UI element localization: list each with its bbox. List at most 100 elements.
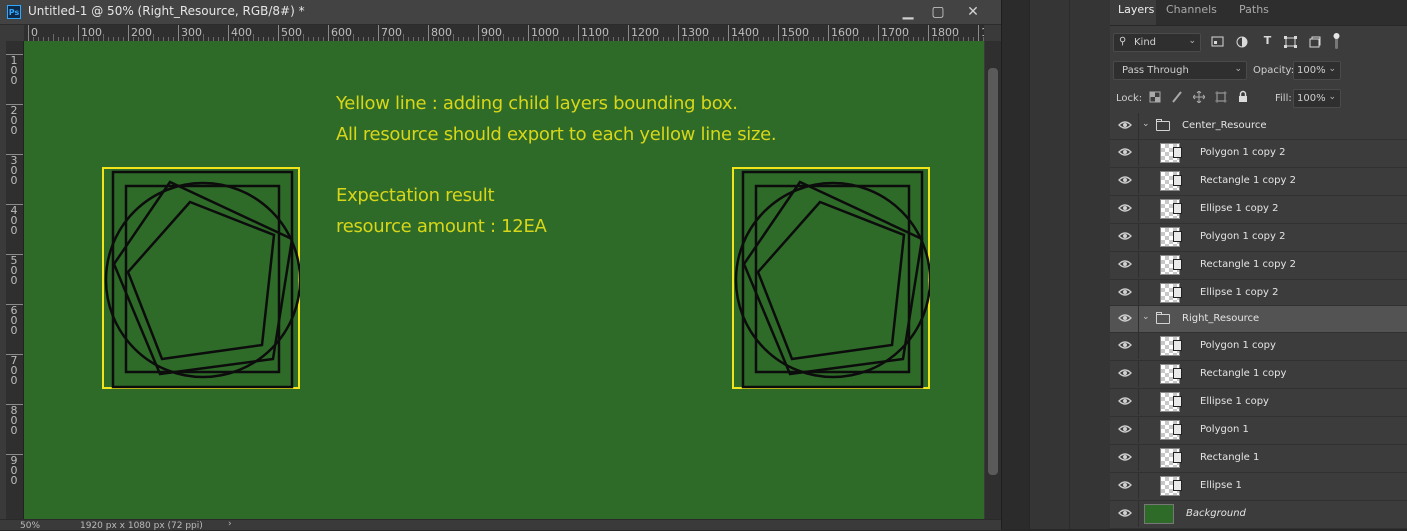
pixel-filter-icon[interactable] [1211, 36, 1224, 48]
right-resource-shapes[interactable] [732, 167, 930, 389]
chevron-down-icon: ⌄ [1328, 92, 1336, 102]
visibility-eye-icon[interactable] [1118, 395, 1132, 407]
chevron-down-icon: ⌄ [1328, 64, 1336, 74]
lock-image-pixels-icon[interactable] [1170, 91, 1183, 103]
layer-row[interactable]: Ellipse 1 [1110, 473, 1407, 501]
smart-object-filter-icon[interactable] [1308, 36, 1321, 48]
visibility-eye-icon[interactable] [1118, 367, 1132, 379]
layer-row[interactable]: Polygon 1 copy [1110, 333, 1407, 361]
ruler-tick-label: 1100 [578, 25, 609, 41]
ruler-tick-label: 1 0 0 [10, 54, 18, 87]
lock-artboard-icon[interactable] [1214, 91, 1227, 103]
vertical-ruler[interactable]: 1 0 0 2 0 0 3 0 0 4 0 0 5 0 0 6 0 0 7 0 0 8 0 0… [6, 41, 24, 519]
maximize-button[interactable]: ▢ [923, 2, 953, 22]
visibility-eye-icon[interactable] [1118, 146, 1132, 158]
lock-all-icon[interactable] [1236, 90, 1249, 102]
layer-row[interactable]: Polygon 1 [1110, 417, 1407, 445]
ruler-tick-label: 0 [28, 25, 38, 41]
layer-row[interactable]: Ellipse 1 copy [1110, 389, 1407, 417]
document-title: Untitled-1 @ 50% (Right_Resource, RGB/8#… [28, 4, 305, 18]
layer-group-row[interactable]: ⌄ Right_Resource [1110, 306, 1407, 333]
layer-filter-kind-dropdown[interactable]: ⚲ Kind ⌄ [1113, 33, 1201, 52]
row-divider [1138, 361, 1139, 387]
chevron-down-icon: ⌄ [1188, 36, 1196, 46]
status-menu-arrow-icon[interactable]: › [228, 519, 232, 529]
visibility-eye-icon[interactable] [1118, 312, 1132, 324]
visibility-eye-icon[interactable] [1118, 258, 1132, 270]
smart-object-badge-icon [1173, 424, 1182, 435]
smart-object-badge-icon [1173, 452, 1182, 463]
row-divider [1138, 113, 1139, 139]
lock-position-icon[interactable] [1192, 90, 1205, 104]
close-button[interactable]: ✕ [958, 2, 988, 22]
canvas-text-line-1: Yellow line : adding child layers boundi… [336, 93, 738, 114]
filter-kind-label: Kind [1134, 37, 1157, 48]
ruler-tick-label: 1800 [928, 25, 959, 41]
ruler-tick-label: 6 0 0 [10, 304, 18, 337]
panel-dock-separator [1001, 0, 1030, 529]
layer-row[interactable]: Rectangle 1 copy [1110, 361, 1407, 389]
smart-object-badge-icon [1173, 259, 1182, 270]
visibility-eye-icon[interactable] [1118, 339, 1132, 351]
visibility-eye-icon[interactable] [1118, 479, 1132, 491]
ruler-tick-label: 1600 [828, 25, 859, 41]
visibility-eye-icon[interactable] [1118, 286, 1132, 298]
layer-row[interactable]: Ellipse 1 copy 2 [1110, 280, 1407, 306]
layer-thumbnail [1144, 504, 1174, 524]
document-title-bar[interactable]: Ps Untitled-1 @ 50% (Right_Resource, RGB… [0, 0, 1001, 25]
layer-row[interactable]: Polygon 1 copy 2 [1110, 140, 1407, 168]
layer-name: Rectangle 1 [1200, 452, 1260, 463]
chevron-down-icon[interactable]: ⌄ [1142, 312, 1150, 322]
ellipse-shape [734, 181, 930, 379]
adjustment-filter-icon[interactable] [1236, 36, 1249, 48]
layer-name: Polygon 1 copy 2 [1200, 147, 1286, 158]
tab-layers[interactable]: Layers [1110, 0, 1156, 25]
visibility-eye-icon[interactable] [1118, 174, 1132, 186]
ruler-tick-label: 1200 [628, 25, 659, 41]
visibility-eye-icon[interactable] [1118, 119, 1132, 131]
layer-row[interactable]: Rectangle 1 copy 2 [1110, 168, 1407, 196]
row-divider [1138, 196, 1139, 222]
layer-row[interactable]: Rectangle 1 [1110, 445, 1407, 473]
layer-name: Ellipse 1 copy 2 [1200, 203, 1279, 214]
chevron-down-icon[interactable]: ⌄ [1142, 119, 1150, 129]
minimize-button[interactable]: ▁ [893, 2, 923, 22]
shape-filter-icon[interactable] [1284, 36, 1297, 48]
visibility-eye-icon[interactable] [1118, 230, 1132, 242]
zoom-level[interactable]: 50% [20, 521, 40, 531]
document-size-info: 1920 px x 1080 px (72 ppi) [80, 521, 203, 531]
layer-name: Ellipse 1 copy 2 [1200, 287, 1279, 298]
background-layer-row[interactable]: Background [1110, 501, 1407, 529]
tab-paths[interactable]: Paths [1231, 0, 1277, 25]
left-resource-shapes[interactable] [102, 167, 300, 389]
layer-name: Polygon 1 copy 2 [1200, 231, 1286, 242]
visibility-eye-icon[interactable] [1118, 202, 1132, 214]
layer-name: Rectangle 1 copy 2 [1200, 259, 1296, 270]
ruler-tick-label: 400 [228, 25, 252, 41]
lock-label: Lock: [1116, 93, 1143, 104]
ruler-tick-label: 300 [178, 25, 202, 41]
lock-transparent-pixels-icon[interactable] [1148, 91, 1161, 103]
smart-object-badge-icon [1173, 287, 1182, 298]
type-filter-icon[interactable]: T [1261, 35, 1274, 47]
layer-row[interactable]: Ellipse 1 copy 2 [1110, 196, 1407, 224]
layer-name: Background [1186, 508, 1246, 519]
chevron-down-icon: ⌄ [1234, 64, 1242, 74]
layer-row[interactable]: Rectangle 1 copy 2 [1110, 252, 1407, 280]
vertical-scrollbar-thumb[interactable] [988, 68, 998, 475]
tab-channels[interactable]: Channels [1158, 0, 1225, 25]
blend-mode-dropdown[interactable]: Pass Through ⌄ [1113, 61, 1247, 80]
row-divider [1138, 473, 1139, 499]
row-divider [1138, 389, 1139, 415]
fill-field[interactable]: 100% ⌄ [1293, 89, 1341, 108]
horizontal-ruler[interactable]: 0 100 200 300 400 500 600 700 800 900 1000 1100 1200… [24, 25, 984, 42]
visibility-eye-icon[interactable] [1118, 423, 1132, 435]
layer-row[interactable]: Polygon 1 copy 2 [1110, 224, 1407, 252]
layers-panel-tab-bar: Layers Channels Paths [1110, 0, 1407, 26]
opacity-field[interactable]: 100% ⌄ [1293, 61, 1341, 80]
document-canvas[interactable]: Yellow line : adding child layers boundi… [24, 41, 984, 519]
filter-toggle-icon[interactable] [1330, 32, 1343, 49]
layer-group-row[interactable]: ⌄ Center_Resource [1110, 113, 1407, 140]
visibility-eye-icon[interactable] [1118, 507, 1132, 519]
visibility-eye-icon[interactable] [1118, 451, 1132, 463]
